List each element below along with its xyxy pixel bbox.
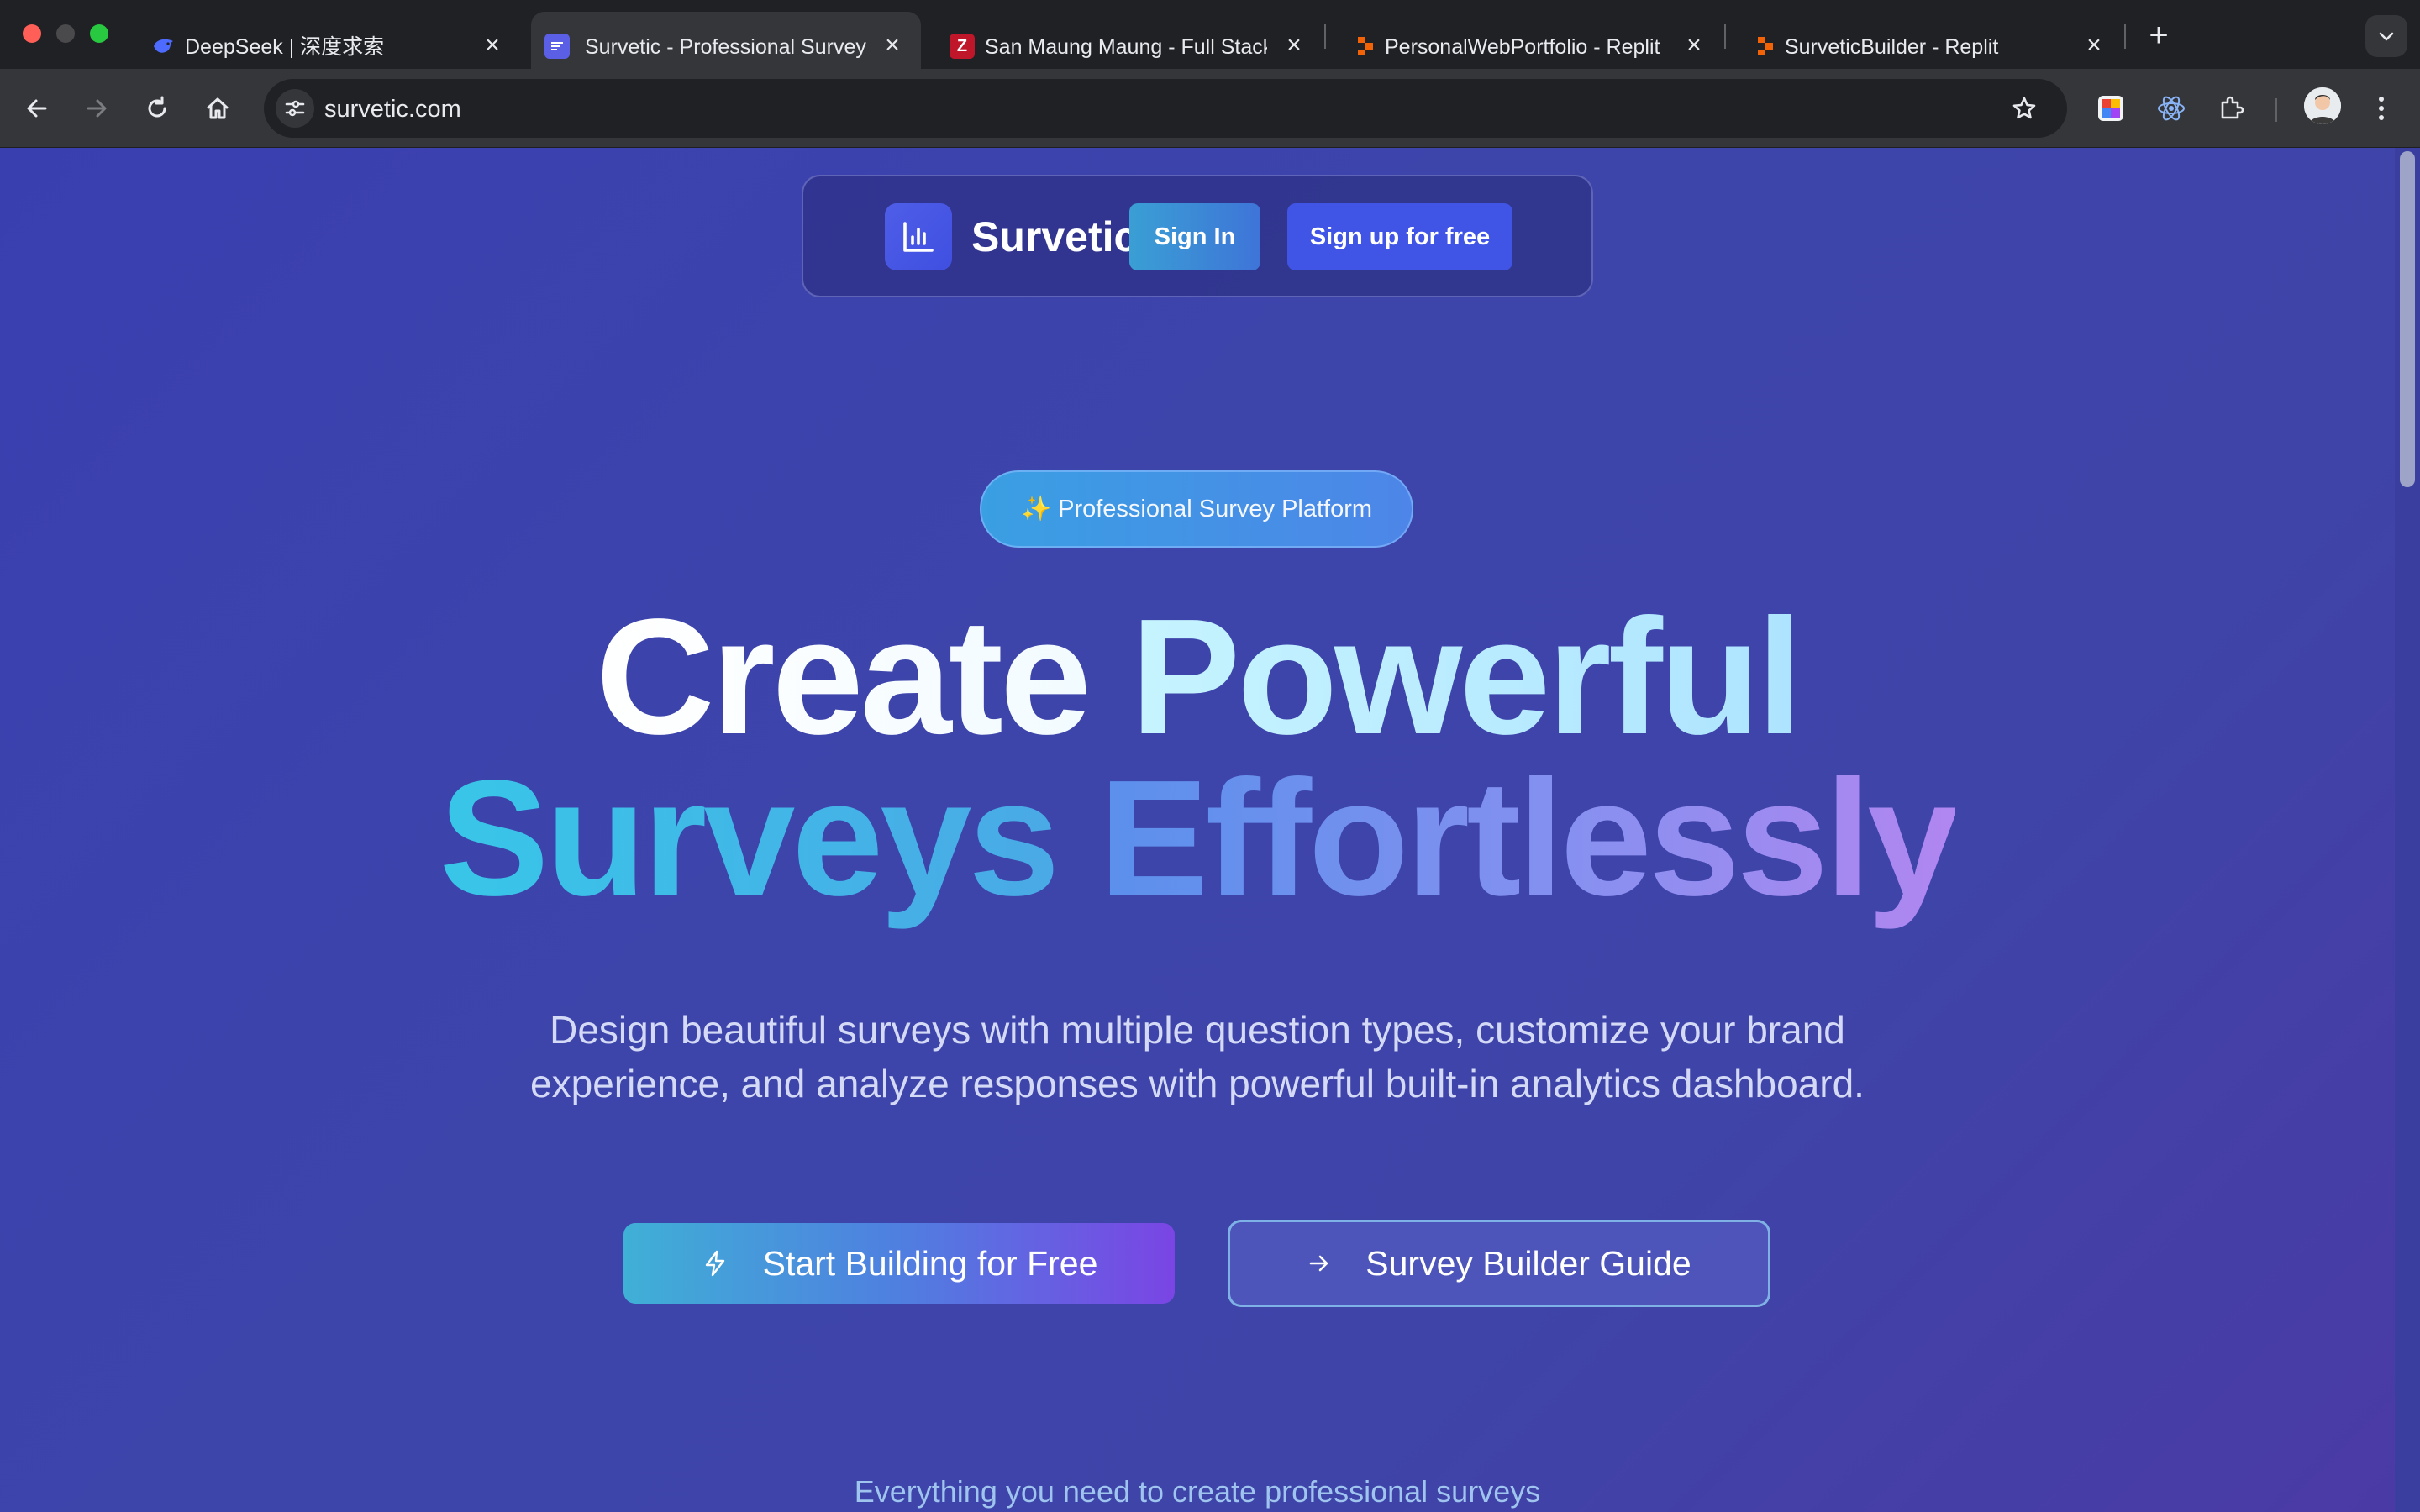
arrow-left-icon — [27, 99, 47, 118]
close-tab-icon[interactable]: × — [1679, 30, 1709, 60]
tab-title: DeepSeek | 深度求索 — [185, 35, 385, 59]
browser-toolbar: survetic.com — [0, 69, 2420, 148]
site-navbar: Survetic Sign In Sign up for free — [802, 175, 1593, 297]
close-tab-icon[interactable]: × — [477, 30, 508, 60]
start-building-label: Start Building for Free — [762, 1243, 1098, 1283]
headline-word: Create — [595, 585, 1092, 769]
home-button[interactable] — [198, 89, 237, 128]
home-icon — [207, 97, 229, 119]
extension-color-button[interactable] — [2092, 90, 2129, 127]
replit-icon — [1353, 34, 1378, 59]
toolbar-separator — [2275, 98, 2277, 122]
forward-button[interactable] — [77, 89, 116, 128]
url-text[interactable]: survetic.com — [324, 95, 461, 123]
survetic-doc-icon — [544, 34, 570, 59]
hero-subtitle: Design beautiful surveys with multiple q… — [0, 1003, 2395, 1110]
deepseek-whale-icon — [151, 34, 176, 59]
chevron-down-icon — [2379, 32, 2394, 41]
react-atom-icon — [2158, 96, 2185, 121]
new-tab-button[interactable]: + — [2140, 17, 2177, 54]
sign-up-button[interactable]: Sign up for free — [1287, 203, 1512, 270]
fullscreen-window-button[interactable] — [90, 24, 108, 43]
minimize-window-button[interactable] — [56, 24, 75, 43]
extensions-button[interactable] — [2213, 90, 2250, 127]
tab-survetic[interactable]: Survetic - Professional Survey × — [531, 12, 921, 69]
feature-badge: ✨ Professional Survey Platform — [980, 470, 1413, 548]
z-letter-icon: Z — [950, 34, 975, 59]
tab-san-maung-maung[interactable]: Z San Maung Maung - Full Stack × — [924, 12, 1319, 69]
hero-headline-line1: Create Powerful — [0, 593, 2395, 761]
close-tab-icon[interactable]: × — [1279, 30, 1309, 60]
close-window-button[interactable] — [23, 24, 41, 43]
tab-separator — [2124, 24, 2126, 49]
tab-strip: DeepSeek | 深度求索 × Survetic - Professiona… — [0, 0, 2420, 69]
close-tab-icon[interactable]: × — [877, 30, 908, 60]
color-palette-icon — [2098, 96, 2123, 121]
star-icon — [2012, 97, 2036, 119]
arrow-right-icon — [87, 99, 107, 118]
tab-title: San Maung Maung - Full Stack — [985, 35, 1267, 59]
page-viewport: Survetic Sign In Sign up for free ✨ Prof… — [0, 148, 2420, 1512]
tab-title: SurveticBuilder - Replit — [1785, 35, 1999, 59]
close-tab-icon[interactable]: × — [2079, 30, 2109, 60]
back-button[interactable] — [18, 89, 56, 128]
arrow-right-icon — [1309, 1255, 1328, 1272]
puzzle-piece-icon — [2221, 96, 2244, 119]
hero-headline-line2: Surveys Effortlessly — [0, 754, 2395, 922]
lightning-bolt-icon — [705, 1250, 724, 1277]
react-devtools-button[interactable] — [2153, 90, 2190, 127]
features-section-heading: Everything you need to create profession… — [854, 1474, 1541, 1509]
tune-icon — [285, 100, 305, 117]
headline-word: Powerful — [1130, 585, 1802, 769]
replit-icon — [1753, 34, 1778, 59]
tab-personal-web-portfolio[interactable]: PersonalWebPortfolio - Replit × — [1328, 12, 1723, 69]
tab-survetic-builder[interactable]: SurveticBuilder - Replit × — [1728, 12, 2123, 69]
brand-name[interactable]: Survetic — [971, 212, 1137, 262]
site-info-button[interactable] — [276, 89, 314, 128]
reload-button[interactable] — [138, 89, 176, 128]
reload-icon — [148, 96, 166, 118]
browser-menu-button[interactable] — [2363, 90, 2400, 127]
survey-builder-guide-label: Survey Builder Guide — [1365, 1243, 1691, 1283]
bar-chart-icon — [903, 222, 934, 252]
tab-title: Survetic - Professional Survey — [585, 35, 866, 59]
start-building-button[interactable]: Start Building for Free — [623, 1223, 1175, 1304]
tab-separator — [1324, 24, 1326, 49]
tab-title: PersonalWebPortfolio - Replit — [1385, 35, 1660, 59]
user-avatar-icon — [2304, 87, 2341, 124]
subtitle-line: experience, and analyze responses with p… — [530, 1062, 1865, 1105]
tab-separator — [1724, 24, 1726, 49]
page-scrollbar[interactable] — [2395, 148, 2420, 1512]
subtitle-line: Design beautiful surveys with multiple q… — [550, 1008, 1845, 1052]
headline-word: Effortlessly — [1098, 746, 1959, 930]
scrollbar-thumb[interactable] — [2400, 151, 2415, 487]
headline-word: Surveys — [439, 746, 1060, 930]
tab-deepseek[interactable]: DeepSeek | 深度求索 × — [126, 12, 521, 69]
survetic-logo[interactable] — [885, 203, 952, 270]
profile-avatar[interactable] — [2304, 87, 2341, 124]
tab-search-button[interactable] — [2365, 15, 2407, 57]
survey-builder-guide-button[interactable]: Survey Builder Guide — [1228, 1220, 1770, 1307]
bookmark-button[interactable] — [2007, 91, 2042, 126]
more-vertical-icon — [2379, 97, 2384, 120]
address-bar[interactable]: survetic.com — [264, 79, 2067, 138]
sign-in-button[interactable]: Sign In — [1129, 203, 1260, 270]
